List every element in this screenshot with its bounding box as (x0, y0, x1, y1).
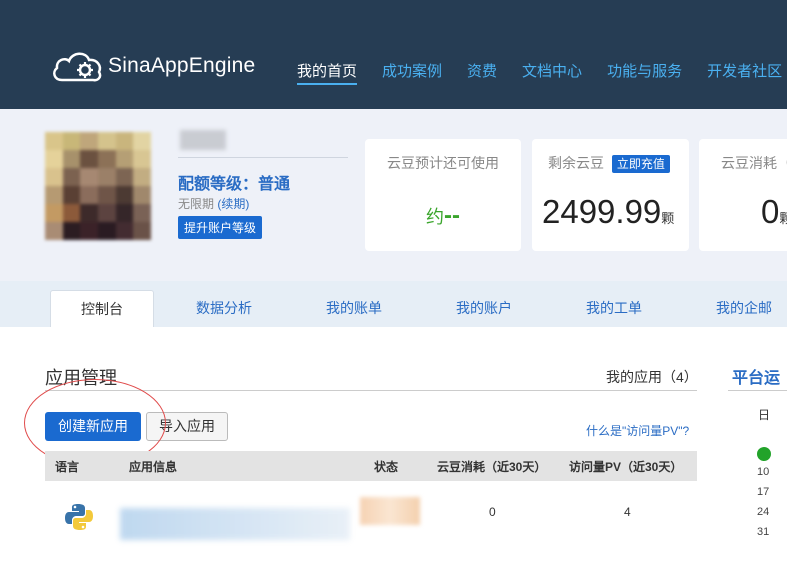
upgrade-account-button[interactable]: 提升账户等级 (178, 216, 263, 239)
python-icon (65, 504, 93, 530)
side-divider (728, 390, 787, 391)
recharge-button[interactable]: 立即充值 (611, 155, 670, 173)
remaining-unit: 颗 (661, 211, 675, 226)
calendar-weekday: 日 (758, 408, 771, 422)
nav-pricing[interactable]: 资费 (467, 60, 497, 85)
my-apps-count[interactable]: 我的应用（4） (606, 367, 698, 387)
remaining-title: 剩余云豆 立即充值 (548, 153, 705, 173)
avatar (45, 132, 151, 240)
nav-services[interactable]: 功能与服务 (607, 60, 682, 85)
estimate-prefix: 约 (426, 207, 444, 227)
calendar-date: 10 (757, 466, 770, 478)
tab-account[interactable]: 我的账户 (436, 290, 532, 327)
status-ok-dot (757, 447, 771, 461)
tab-analytics[interactable]: 数据分析 (176, 290, 272, 327)
logo[interactable]: SinaAppEngine (50, 48, 255, 84)
row-pv: 4 (624, 505, 631, 519)
nav-docs[interactable]: 文档中心 (522, 60, 582, 85)
platform-status-title: 平台运 (732, 370, 781, 387)
row-consume: 0 (489, 505, 496, 519)
remaining-number: 2499.99 (542, 193, 662, 230)
quota-term: 无限期 (续期) (178, 195, 249, 212)
consume-unit: 颗 (779, 211, 787, 226)
quota-level: 配额等级：普通 (178, 176, 291, 193)
estimate-card: 云豆预计还可使用 约-- (365, 139, 521, 251)
quota-term-label: 无限期 (178, 197, 215, 211)
col-consume: 云豆消耗（近30天） (437, 460, 547, 474)
pv-help-link[interactable]: 什么是"访问量PV"? (586, 422, 689, 439)
remaining-card: 剩余云豆 立即充值 2499.99颗 (532, 139, 689, 251)
profile-divider (178, 157, 348, 158)
nav-cases[interactable]: 成功案例 (382, 60, 442, 85)
username-redacted (180, 130, 226, 150)
calendar-date: 17 (757, 486, 770, 498)
tab-tickets[interactable]: 我的工单 (566, 290, 662, 327)
consume-number: 0 (761, 193, 780, 230)
consume-value: 0颗 (761, 193, 787, 231)
main-nav: 我的首页 成功案例 资费 文档中心 功能与服务 开发者社区 (297, 60, 787, 85)
calendar-date: 31 (757, 526, 770, 538)
col-app-info: 应用信息 (129, 460, 178, 474)
status-redacted (360, 497, 420, 525)
estimate-dashes: -- (444, 202, 460, 229)
col-status: 状态 (374, 460, 399, 474)
tab-enterprise-mail[interactable]: 我的企邮 (696, 290, 787, 327)
tab-bills[interactable]: 我的账单 (306, 290, 402, 327)
estimate-value: 约-- (365, 202, 521, 230)
logo-text: SinaAppEngine (108, 54, 256, 77)
col-pv: 访问量PV（近30天） (569, 460, 683, 474)
nav-home[interactable]: 我的首页 (297, 60, 358, 85)
cloud-gear-icon (53, 52, 102, 82)
col-language: 语言 (55, 460, 80, 474)
tab-console[interactable]: 控制台 (50, 290, 154, 327)
app-info-redacted[interactable] (120, 508, 350, 540)
remaining-value: 2499.99颗 (542, 193, 674, 231)
estimate-title: 云豆预计还可使用 (387, 155, 499, 171)
consume-title: 云豆消耗（ (721, 155, 787, 171)
remaining-title-label: 剩余云豆 (548, 155, 604, 171)
nav-community[interactable]: 开发者社区 (707, 60, 782, 85)
renew-link[interactable]: (续期) (217, 197, 249, 211)
calendar-date: 24 (757, 506, 770, 518)
consume-card: 云豆消耗（ 0颗 (699, 139, 787, 251)
